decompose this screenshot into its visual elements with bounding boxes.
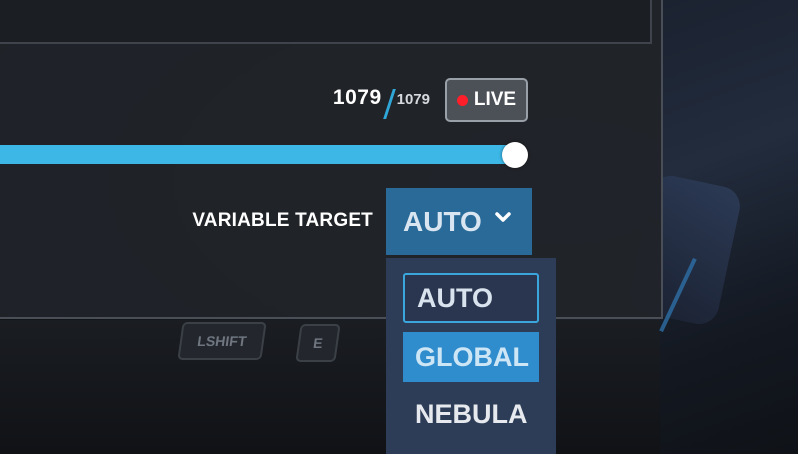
live-dot-icon [456,94,468,106]
panel-header-box [0,0,652,44]
key-hint-label: LSHIFT [196,333,248,349]
timeline-slider-track[interactable] [0,145,515,164]
key-hint-label: E [312,335,324,351]
variable-target-label: VARIABLE TARGET [192,210,373,231]
chevron-down-icon [495,212,511,222]
dropdown-option-nebula[interactable]: NEBULA [403,389,539,439]
counter-current: 1079 [332,86,382,109]
dropdown-option-label: AUTO [417,282,494,313]
key-hint-e: E [295,324,341,362]
counter-divider [382,89,396,119]
dropdown-option-auto[interactable]: AUTO [403,273,539,323]
variable-target-value: AUTO [403,205,482,237]
live-button[interactable]: LIVE [445,78,528,122]
key-hint-lshift: LSHIFT [177,322,267,360]
dropdown-option-label: NEBULA [415,398,528,429]
background-streak [659,257,697,333]
timeline-slider-thumb[interactable] [502,142,528,168]
counter-total: 1079 [396,91,430,108]
variable-target-dropdown: AUTO GLOBAL NEBULA [386,258,556,454]
background-character [660,0,798,454]
dropdown-option-label: GLOBAL [415,341,529,372]
shot-counter: 1079 1079 [332,86,430,119]
dropdown-option-global[interactable]: GLOBAL [403,332,539,382]
live-button-label: LIVE [473,89,517,110]
